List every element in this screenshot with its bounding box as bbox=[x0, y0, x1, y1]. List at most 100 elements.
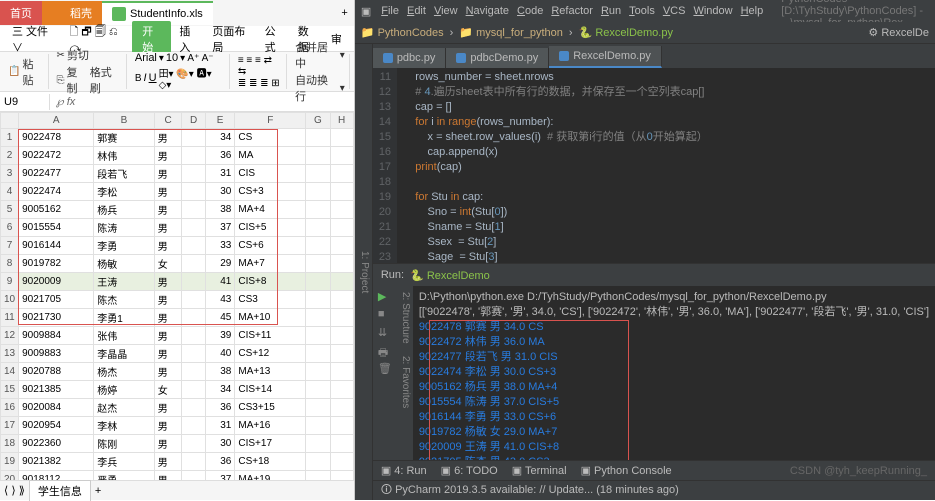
bc-file[interactable]: 🐍 RexcelDemo.py bbox=[579, 26, 673, 39]
cell[interactable]: 39 bbox=[205, 327, 235, 345]
row-header[interactable]: 9 bbox=[1, 273, 19, 291]
cell[interactable]: 36 bbox=[205, 147, 235, 165]
cell[interactable]: 30 bbox=[205, 435, 235, 453]
col-header[interactable]: A bbox=[19, 113, 94, 129]
cell[interactable] bbox=[306, 219, 330, 237]
cell[interactable]: 9022477 bbox=[19, 165, 94, 183]
cell[interactable] bbox=[306, 291, 330, 309]
cell[interactable]: 男 bbox=[154, 237, 182, 255]
cell[interactable]: 9009884 bbox=[19, 327, 94, 345]
cell[interactable]: 李林 bbox=[94, 417, 154, 435]
cell[interactable]: 男 bbox=[154, 417, 182, 435]
cell[interactable] bbox=[330, 435, 353, 453]
cell[interactable]: 李勇 bbox=[94, 237, 154, 255]
sheet-area[interactable]: ABCDEFGH 19022478郭赛男34CS29022472林伟男36MA3… bbox=[0, 112, 354, 480]
menu-edit[interactable]: Edit bbox=[407, 5, 426, 17]
row-header[interactable]: 11 bbox=[1, 309, 19, 327]
cell[interactable]: 9020788 bbox=[19, 363, 94, 381]
cell[interactable]: 男 bbox=[154, 165, 182, 183]
cell[interactable]: 男 bbox=[154, 147, 182, 165]
cell[interactable] bbox=[330, 183, 353, 201]
cell[interactable]: 9022478 bbox=[19, 129, 94, 147]
table-row[interactable]: 89019782杨敏女29MA+7 bbox=[1, 255, 354, 273]
cell[interactable] bbox=[182, 237, 205, 255]
tab-rexcel[interactable]: RexcelDemo.py bbox=[549, 46, 662, 68]
cell[interactable]: 9020084 bbox=[19, 399, 94, 417]
cell[interactable] bbox=[182, 219, 205, 237]
cell[interactable]: 36 bbox=[205, 399, 235, 417]
row-header[interactable]: 18 bbox=[1, 435, 19, 453]
cell[interactable]: CS+6 bbox=[235, 237, 306, 255]
cell[interactable]: CIS+17 bbox=[235, 435, 306, 453]
cell[interactable]: 31 bbox=[205, 417, 235, 435]
col-header[interactable]: B bbox=[94, 113, 154, 129]
code-editor[interactable]: 11121314151617181920212223242526 rows_nu… bbox=[373, 68, 935, 263]
menu-navigate[interactable]: Navigate bbox=[466, 5, 509, 17]
cell[interactable]: 9022472 bbox=[19, 147, 94, 165]
menu-help[interactable]: Help bbox=[741, 5, 764, 17]
cell[interactable]: 女 bbox=[154, 255, 182, 273]
cell[interactable]: 29 bbox=[205, 255, 235, 273]
cell[interactable]: 33 bbox=[205, 237, 235, 255]
sheet-add[interactable]: + bbox=[95, 485, 101, 497]
cell[interactable] bbox=[306, 453, 330, 471]
row-header[interactable]: 15 bbox=[1, 381, 19, 399]
down-icon[interactable]: ⇊ bbox=[378, 326, 390, 338]
cell[interactable] bbox=[182, 309, 205, 327]
cell[interactable] bbox=[182, 165, 205, 183]
cell[interactable]: 43 bbox=[205, 291, 235, 309]
cell[interactable]: 郭赛 bbox=[94, 129, 154, 147]
cell[interactable]: CIS bbox=[235, 165, 306, 183]
menu-view[interactable]: View bbox=[434, 5, 458, 17]
cell[interactable] bbox=[182, 129, 205, 147]
cell[interactable] bbox=[330, 219, 353, 237]
col-header[interactable]: C bbox=[154, 113, 182, 129]
cell[interactable]: 李晶晶 bbox=[94, 345, 154, 363]
cell[interactable] bbox=[330, 273, 353, 291]
table-row[interactable]: 59005162杨兵男38MA+4 bbox=[1, 201, 354, 219]
trash-icon[interactable]: 🗑 bbox=[378, 362, 390, 374]
cell[interactable] bbox=[330, 453, 353, 471]
table-row[interactable]: 159021385杨婷女34CIS+14 bbox=[1, 381, 354, 399]
cell[interactable]: 林伟 bbox=[94, 147, 154, 165]
cell[interactable]: CIS+14 bbox=[235, 381, 306, 399]
cell[interactable] bbox=[330, 363, 353, 381]
fx-label[interactable]: ℘ fx bbox=[50, 93, 81, 110]
cell[interactable]: 杨婷 bbox=[94, 381, 154, 399]
cell[interactable]: 男 bbox=[154, 129, 182, 147]
table-row[interactable]: 109021705陈杰男43CS3 bbox=[1, 291, 354, 309]
favorites-tool[interactable]: 2: Favorites bbox=[395, 350, 413, 414]
cell[interactable] bbox=[182, 471, 205, 481]
cell[interactable]: 37 bbox=[205, 219, 235, 237]
table-row[interactable]: 99020009王涛男41CIS+8 bbox=[1, 273, 354, 291]
cell[interactable]: 9021385 bbox=[19, 381, 94, 399]
cell[interactable]: 赵杰 bbox=[94, 399, 154, 417]
cell[interactable] bbox=[330, 381, 353, 399]
cell[interactable]: 9015554 bbox=[19, 219, 94, 237]
merge-button[interactable]: 合并居中▾ bbox=[295, 39, 345, 71]
align-buttons[interactable]: ≡ ≡ ≡ ⇄ ⇆ bbox=[238, 55, 282, 77]
cell[interactable] bbox=[330, 309, 353, 327]
row-header[interactable]: 12 bbox=[1, 327, 19, 345]
structure-tool[interactable]: 2: Structure bbox=[395, 286, 413, 350]
cell[interactable] bbox=[330, 237, 353, 255]
cell-ref-box[interactable]: U9 bbox=[0, 94, 50, 110]
cell[interactable]: CS+12 bbox=[235, 345, 306, 363]
tool-4-Run[interactable]: ▣ 4: Run bbox=[381, 465, 427, 477]
size-select[interactable]: 10 bbox=[166, 52, 178, 64]
cell[interactable]: 男 bbox=[154, 327, 182, 345]
spreadsheet-table[interactable]: ABCDEFGH 19022478郭赛男34CS29022472林伟男36MA3… bbox=[0, 112, 354, 480]
cell[interactable]: 张伟 bbox=[94, 327, 154, 345]
cell[interactable] bbox=[182, 273, 205, 291]
font-select[interactable]: Arial bbox=[135, 52, 157, 64]
cell[interactable] bbox=[306, 129, 330, 147]
cell[interactable] bbox=[182, 453, 205, 471]
row-header[interactable]: 20 bbox=[1, 471, 19, 481]
cell[interactable] bbox=[182, 381, 205, 399]
menu-vcs[interactable]: VCS bbox=[663, 5, 686, 17]
cell[interactable]: CIS+8 bbox=[235, 273, 306, 291]
cell[interactable] bbox=[306, 255, 330, 273]
cell[interactable]: 段若飞 bbox=[94, 165, 154, 183]
cell[interactable]: 男 bbox=[154, 219, 182, 237]
cell[interactable]: 9022474 bbox=[19, 183, 94, 201]
